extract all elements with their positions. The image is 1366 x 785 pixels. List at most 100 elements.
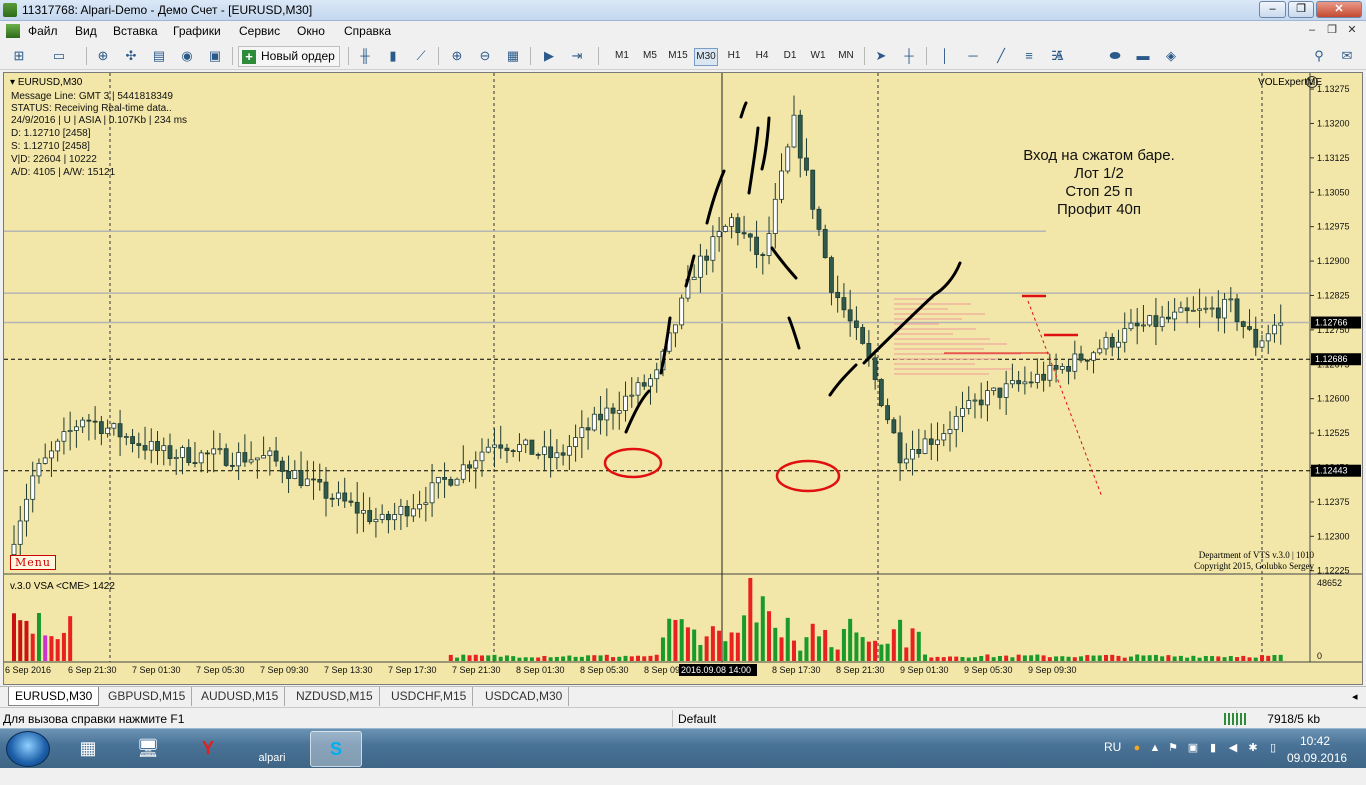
volume-bar-up bbox=[1060, 656, 1065, 661]
equidistant-channel-icon[interactable]: ≡ bbox=[1018, 46, 1040, 66]
price-tick-label: 1.12975 bbox=[1317, 222, 1350, 232]
bear-candle bbox=[829, 257, 834, 293]
menu-view[interactable]: Вид bbox=[75, 24, 97, 38]
tab-audusd-m15[interactable]: AUDUSD,M15 bbox=[195, 687, 286, 706]
tabs-scroll-icon[interactable]: ◂ bbox=[1352, 690, 1358, 703]
new-chart-icon[interactable]: ⊞ bbox=[8, 46, 30, 66]
bull-candle bbox=[791, 114, 797, 148]
bull-candle bbox=[903, 458, 909, 464]
indicator-menu-button[interactable]: Menu bbox=[10, 555, 56, 570]
tf-m15[interactable]: M15 bbox=[666, 48, 690, 64]
yandex-browser-icon[interactable]: Y bbox=[182, 731, 234, 767]
close-button[interactable]: ✕ bbox=[1316, 1, 1362, 18]
line-chart-icon[interactable]: ⟋ bbox=[410, 46, 432, 66]
volume-bar-up bbox=[742, 615, 747, 661]
new-order-button[interactable]: + Новый ордер bbox=[238, 46, 340, 67]
mdi-restore-button[interactable]: ❐ bbox=[1324, 24, 1340, 38]
crosshair-icon[interactable]: ┼ bbox=[898, 46, 920, 66]
history-icon[interactable]: ▣ bbox=[204, 46, 226, 66]
candlestick-icon[interactable]: ▮ bbox=[382, 46, 404, 66]
tab-gbpusd-m15[interactable]: GBPUSD,M15 bbox=[102, 687, 193, 706]
tray-flag-icon[interactable]: ⚑ bbox=[1166, 741, 1180, 755]
tf-mn[interactable]: MN bbox=[834, 48, 858, 64]
tray-remote-icon[interactable]: ▣ bbox=[1186, 741, 1200, 755]
menu-window[interactable]: Окно bbox=[297, 24, 325, 38]
chat-icon[interactable]: ✉ bbox=[1336, 46, 1358, 66]
chart-window[interactable]: 1.13275 1.13200 1.13125 1.13050 1.12975 1.129… bbox=[3, 72, 1363, 685]
search-icon[interactable]: ⚲ bbox=[1308, 46, 1330, 66]
tf-m30[interactable]: M30 bbox=[694, 48, 718, 66]
tf-m1[interactable]: M1 bbox=[610, 48, 634, 64]
menu-insert[interactable]: Вставка bbox=[113, 24, 158, 38]
arrows-icon[interactable]: ◈ bbox=[1160, 46, 1182, 66]
tf-h1[interactable]: H1 bbox=[722, 48, 746, 64]
tray-app-icon[interactable]: ● bbox=[1130, 741, 1144, 755]
doc-icon[interactable] bbox=[6, 24, 20, 38]
skype-app-icon[interactable]: S bbox=[310, 731, 362, 767]
alpari-app-icon[interactable]: alpari bbox=[246, 731, 298, 767]
volume-bar-up bbox=[885, 643, 890, 661]
volume-bar-up bbox=[1197, 657, 1202, 661]
autoscroll-icon[interactable]: ▶ bbox=[538, 46, 560, 66]
remote-desktop-icon[interactable]: 🖥 bbox=[122, 731, 174, 767]
vertical-line-icon[interactable]: │ bbox=[934, 46, 956, 66]
mdi-close-button[interactable]: ✕ bbox=[1344, 24, 1360, 38]
menu-file[interactable]: Файл bbox=[28, 24, 58, 38]
trendline-icon[interactable]: ╱ bbox=[990, 46, 1012, 66]
tf-m5[interactable]: M5 bbox=[638, 48, 662, 64]
tab-usdchf-m15[interactable]: USDCHF,M15 bbox=[385, 687, 474, 706]
tf-d1[interactable]: D1 bbox=[778, 48, 802, 64]
tray-skype-icon[interactable]: ✱ bbox=[1246, 741, 1260, 755]
keyboard-language[interactable]: RU bbox=[1104, 740, 1121, 754]
zoom-out-icon[interactable]: ⊖ bbox=[474, 46, 496, 66]
rectangle-icon[interactable]: ▬ bbox=[1132, 46, 1154, 66]
bear-candle bbox=[311, 478, 316, 481]
navigator-icon[interactable]: ✣ bbox=[120, 46, 142, 66]
bull-candle bbox=[55, 440, 61, 452]
tf-w1[interactable]: W1 bbox=[806, 48, 830, 64]
calc-app-icon[interactable]: ▦ bbox=[62, 731, 114, 767]
trade-plan-note: Вход на сжатом баре. Лот 1/2 Стоп 25 п П… bbox=[994, 147, 1204, 219]
time-tick-label: 7 Sep 17:30 bbox=[388, 665, 437, 675]
tray-arrow-icon[interactable]: ▲ bbox=[1148, 741, 1162, 755]
profiles-icon[interactable]: ▭ bbox=[48, 46, 70, 66]
market-watch-icon[interactable]: ⊕ bbox=[92, 46, 114, 66]
maximize-button[interactable]: ❐ bbox=[1288, 1, 1314, 18]
bear-candle bbox=[760, 254, 766, 256]
info-line: Message Line: GMT 3 | 5441818349 bbox=[11, 91, 173, 102]
tile-windows-icon[interactable]: ▦ bbox=[502, 46, 524, 66]
menu-charts[interactable]: Графики bbox=[173, 24, 221, 38]
bar-chart-icon[interactable]: ╫ bbox=[354, 46, 376, 66]
clock-time[interactable]: 10:42 bbox=[1300, 734, 1330, 748]
zoom-in-icon[interactable]: ⊕ bbox=[446, 46, 468, 66]
tray-lock-icon[interactable]: ▯ bbox=[1266, 741, 1280, 755]
tab-usdcad-m30[interactable]: USDCAD,M30 bbox=[479, 687, 570, 706]
tray-network-icon[interactable]: ▮ bbox=[1206, 741, 1220, 755]
note-line: Стоп 25 п bbox=[1065, 183, 1133, 200]
menu-help[interactable]: Справка bbox=[344, 24, 391, 38]
tab-nzdusd-m15[interactable]: NZDUSD,M15 bbox=[290, 687, 380, 706]
text-tool-icon[interactable]: A bbox=[1048, 46, 1070, 66]
volume-bar-down bbox=[604, 654, 609, 661]
volume-bar-up bbox=[1029, 655, 1034, 661]
tray-volume-icon[interactable]: ◀ bbox=[1226, 741, 1240, 755]
bear-candle bbox=[928, 438, 934, 445]
volume-bar-up bbox=[1010, 657, 1015, 661]
bull-candle bbox=[485, 446, 491, 453]
volume-bar-up bbox=[1272, 654, 1277, 661]
cursor-icon[interactable]: ➤ bbox=[870, 46, 892, 66]
menu-service[interactable]: Сервис bbox=[239, 24, 280, 38]
bull-candle bbox=[180, 447, 185, 458]
mdi-minimize-button[interactable]: ‒ bbox=[1304, 24, 1320, 38]
horizontal-line-icon[interactable]: ─ bbox=[962, 46, 984, 66]
minimize-button[interactable]: ‒ bbox=[1259, 1, 1286, 18]
chart-shift-icon[interactable]: ⇥ bbox=[566, 46, 588, 66]
tab-eurusd-m30[interactable]: EURUSD,M30 bbox=[8, 687, 100, 706]
terminal-icon[interactable]: ▤ bbox=[148, 46, 170, 66]
tf-h4[interactable]: H4 bbox=[750, 48, 774, 64]
clock-date[interactable]: 09.09.2016 bbox=[1287, 751, 1347, 765]
start-button[interactable] bbox=[6, 731, 50, 767]
ellipse-icon[interactable]: ⬬ bbox=[1104, 46, 1126, 66]
volume-bar-down bbox=[1016, 654, 1021, 661]
strategy-tester-icon[interactable]: ◉ bbox=[176, 46, 198, 66]
